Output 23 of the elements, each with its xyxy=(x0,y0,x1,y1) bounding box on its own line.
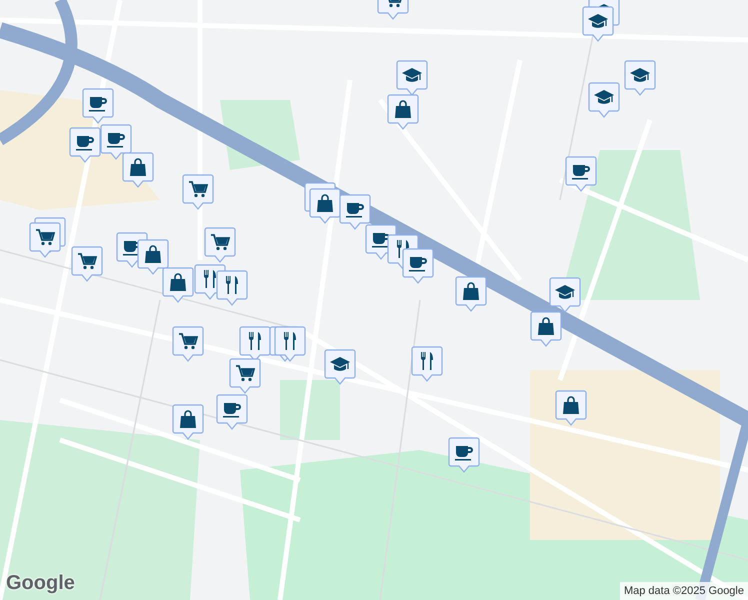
shopping-bag-icon xyxy=(561,395,581,415)
shopping-cart-icon xyxy=(235,363,255,383)
graduation-cap-icon xyxy=(330,354,350,374)
graduation-cap-icon xyxy=(630,65,650,85)
shopping-bag-icon xyxy=(128,157,148,177)
shopping-bag-icon xyxy=(393,99,413,119)
shopping-cart-icon xyxy=(77,251,97,271)
shopping-cart-icon xyxy=(188,179,208,199)
shopping-bag-icon xyxy=(461,281,481,301)
graduation-cap-icon xyxy=(402,65,422,85)
shopping-bag-icon xyxy=(315,193,335,213)
shopping-cart-icon xyxy=(210,232,230,252)
graduation-cap-icon xyxy=(555,282,575,302)
map-attribution: Map data ©2025 Google xyxy=(620,582,748,600)
map-logo: Google xyxy=(6,571,75,596)
shopping-cart-icon xyxy=(35,227,55,247)
graduation-cap-icon xyxy=(588,11,608,31)
shopping-cart-icon xyxy=(178,331,198,351)
shopping-bag-icon xyxy=(168,272,188,292)
shopping-bag-icon xyxy=(143,244,163,264)
shopping-bag-icon xyxy=(178,409,198,429)
shopping-bag-icon xyxy=(536,316,556,336)
graduation-cap-icon xyxy=(594,87,614,107)
